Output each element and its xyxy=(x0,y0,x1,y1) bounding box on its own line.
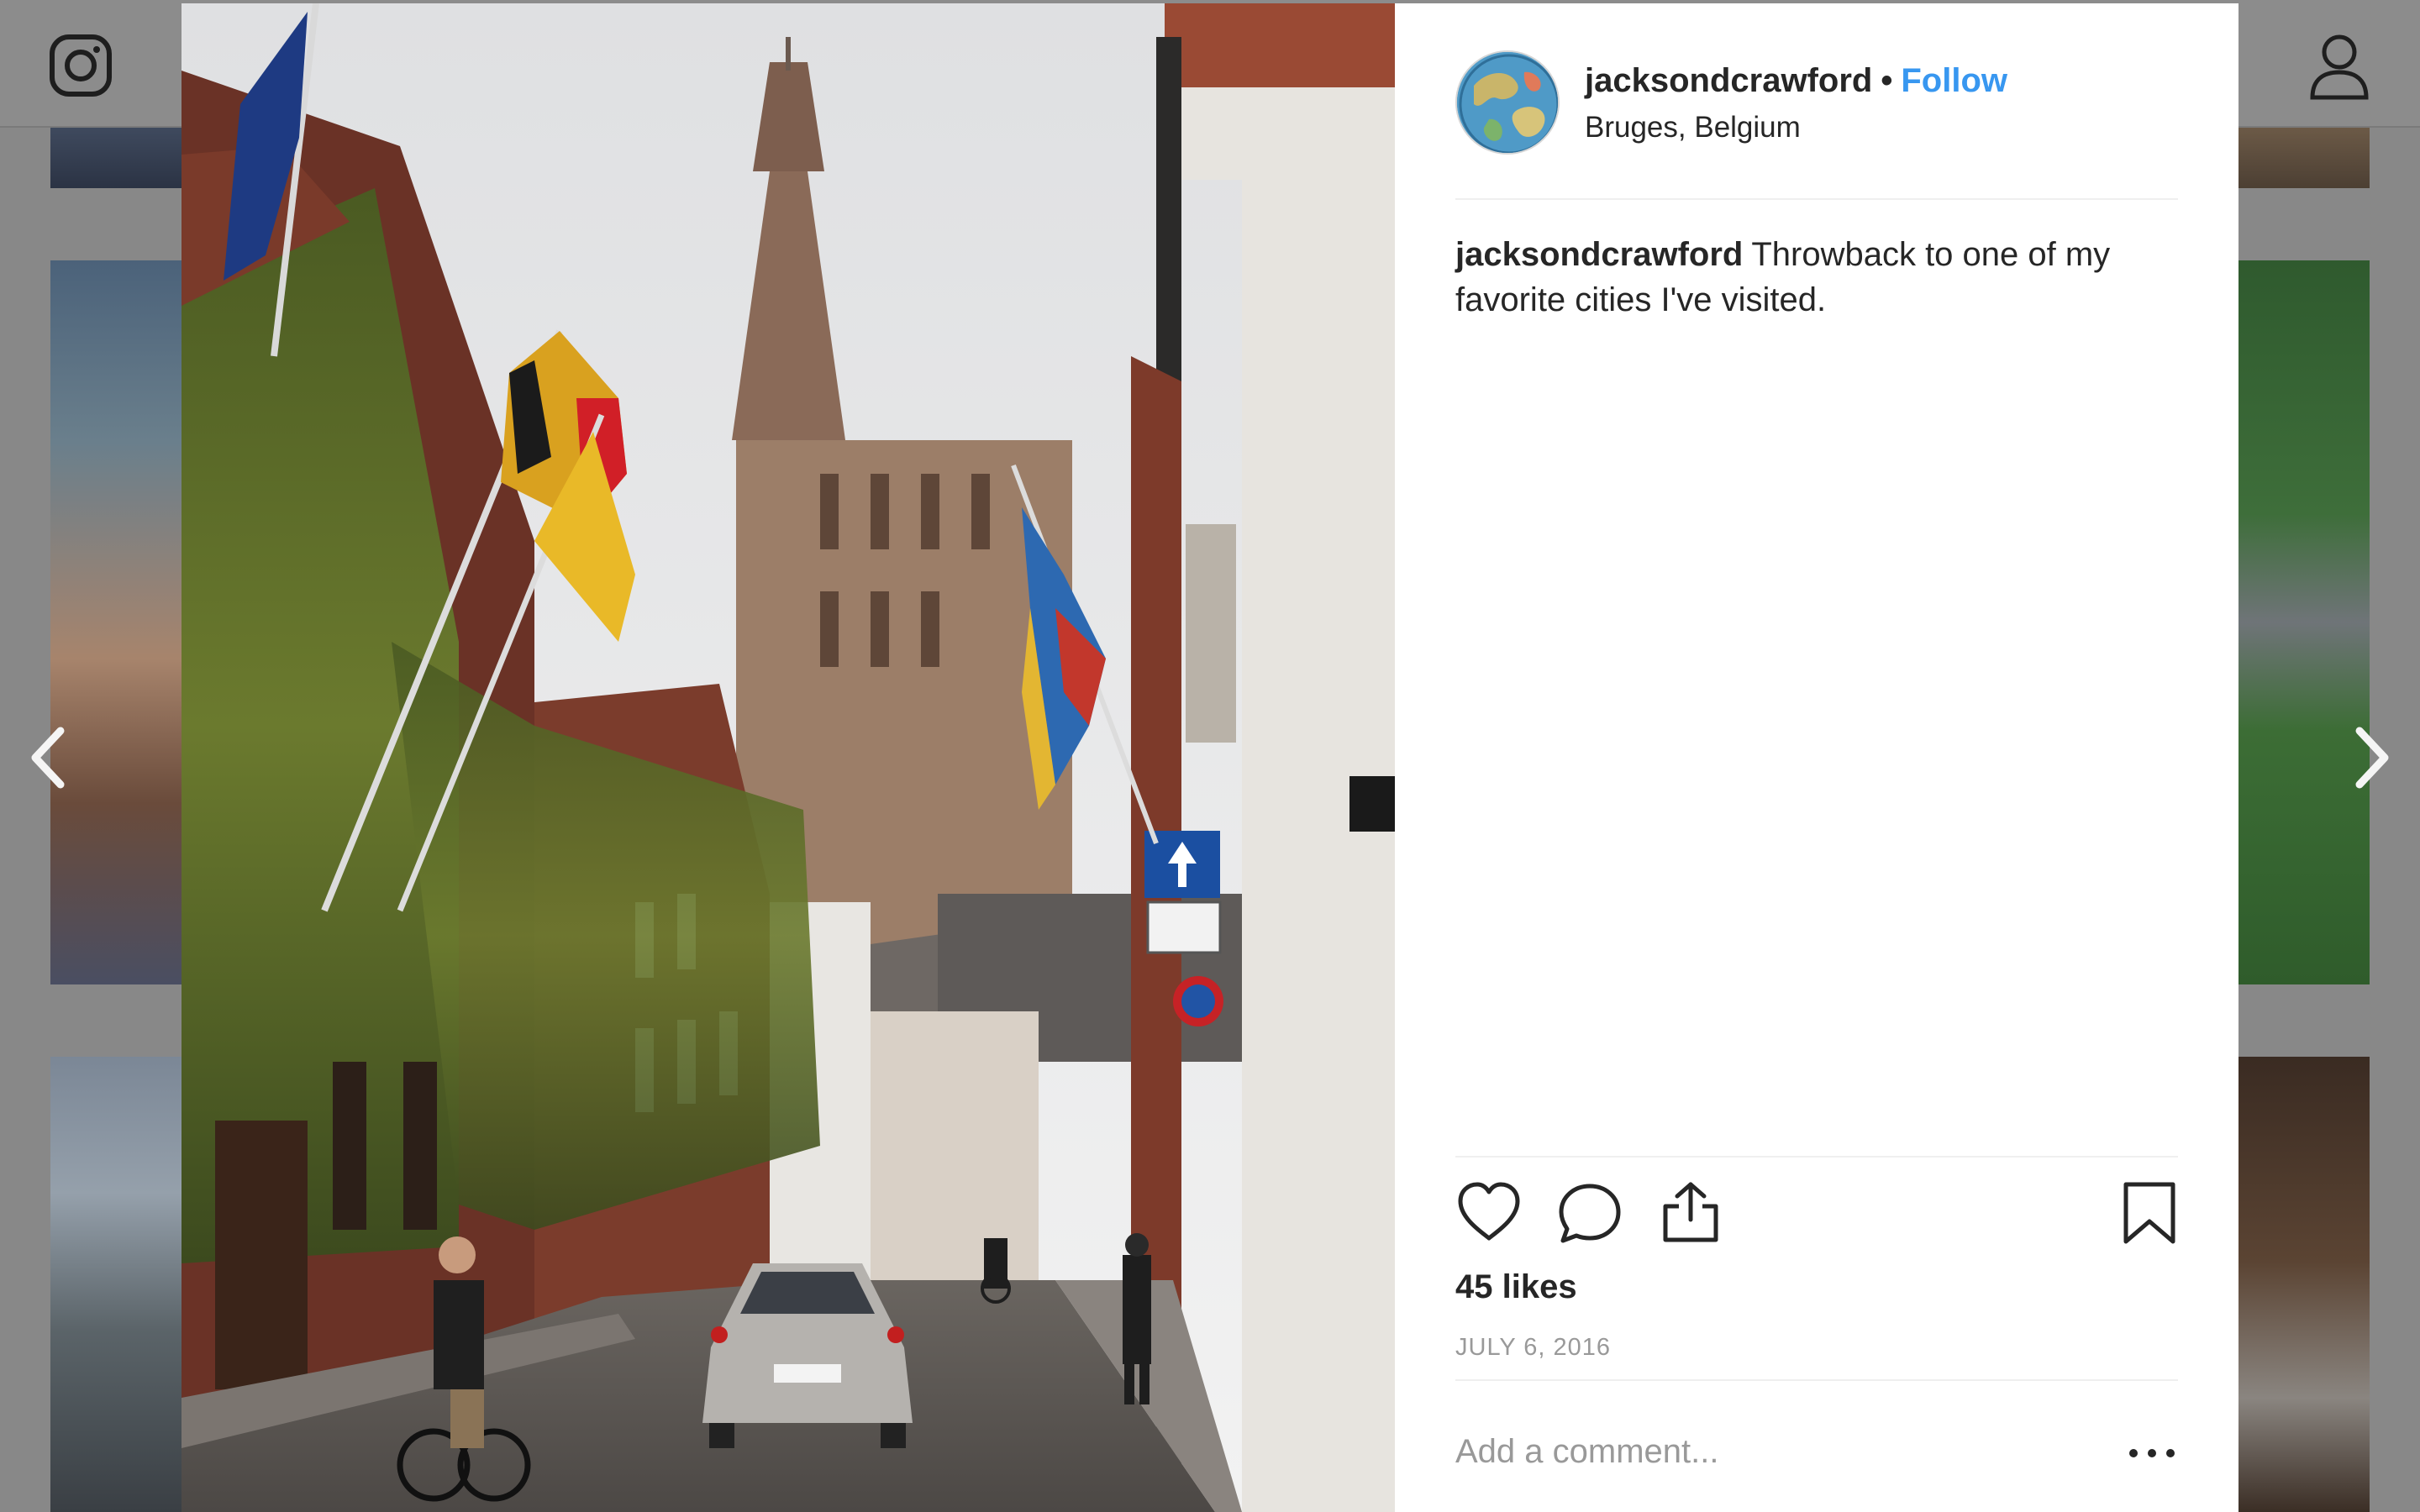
chevron-right-icon[interactable] xyxy=(2346,724,2396,791)
feed-thumbnail[interactable] xyxy=(2238,1057,2370,1512)
bruges-street-photo xyxy=(182,3,1395,1512)
action-bar xyxy=(1455,1179,2178,1247)
divider xyxy=(1455,1379,2178,1381)
location-link[interactable]: Bruges, Belgium xyxy=(1585,109,1801,146)
feed-thumbnail[interactable] xyxy=(2238,260,2370,984)
caption: jacksondcrawford Throwback to one of my f… xyxy=(1455,232,2178,323)
more-options-icon[interactable] xyxy=(2123,1436,2181,1470)
post-side-panel: jacksondcrawford • Follow Bruges, Belgium … xyxy=(1395,3,2238,1512)
feed-thumbnail[interactable] xyxy=(50,128,182,188)
comment-bubble-icon[interactable] xyxy=(1556,1179,1623,1247)
follow-button[interactable]: Follow xyxy=(1901,62,2007,99)
separator-dot: • xyxy=(1881,62,1893,99)
divider xyxy=(1455,198,2178,200)
likes-count[interactable]: 45 likes xyxy=(1455,1265,1577,1309)
bookmark-icon[interactable] xyxy=(2116,1179,2183,1247)
instagram-logo-icon[interactable] xyxy=(49,34,113,97)
divider xyxy=(1455,1156,2178,1158)
header-username[interactable]: jacksondcrawford xyxy=(1585,62,1872,99)
comment-input[interactable] xyxy=(1455,1428,2094,1475)
heart-icon[interactable] xyxy=(1455,1179,1523,1247)
avatar[interactable] xyxy=(1455,50,1560,155)
feed-thumbnail[interactable] xyxy=(50,1057,182,1512)
feed-thumbnail[interactable] xyxy=(50,260,182,984)
post-modal: jacksondcrawford • Follow Bruges, Belgium … xyxy=(182,3,2238,1512)
post-date[interactable]: JULY 6, 2016 xyxy=(1455,1331,1611,1364)
share-upload-icon[interactable] xyxy=(1657,1179,1724,1247)
user-profile-icon[interactable] xyxy=(2307,32,2371,101)
caption-username[interactable]: jacksondcrawford xyxy=(1455,236,1743,273)
post-header: jacksondcrawford • Follow Bruges, Belgium xyxy=(1455,50,2178,155)
post-photo[interactable] xyxy=(182,3,1395,1512)
globe-avatar-image xyxy=(1457,52,1558,153)
chevron-left-icon[interactable] xyxy=(24,724,74,791)
header-user-line: jacksondcrawford • Follow xyxy=(1585,59,2007,102)
feed-thumbnail[interactable] xyxy=(2238,128,2370,188)
